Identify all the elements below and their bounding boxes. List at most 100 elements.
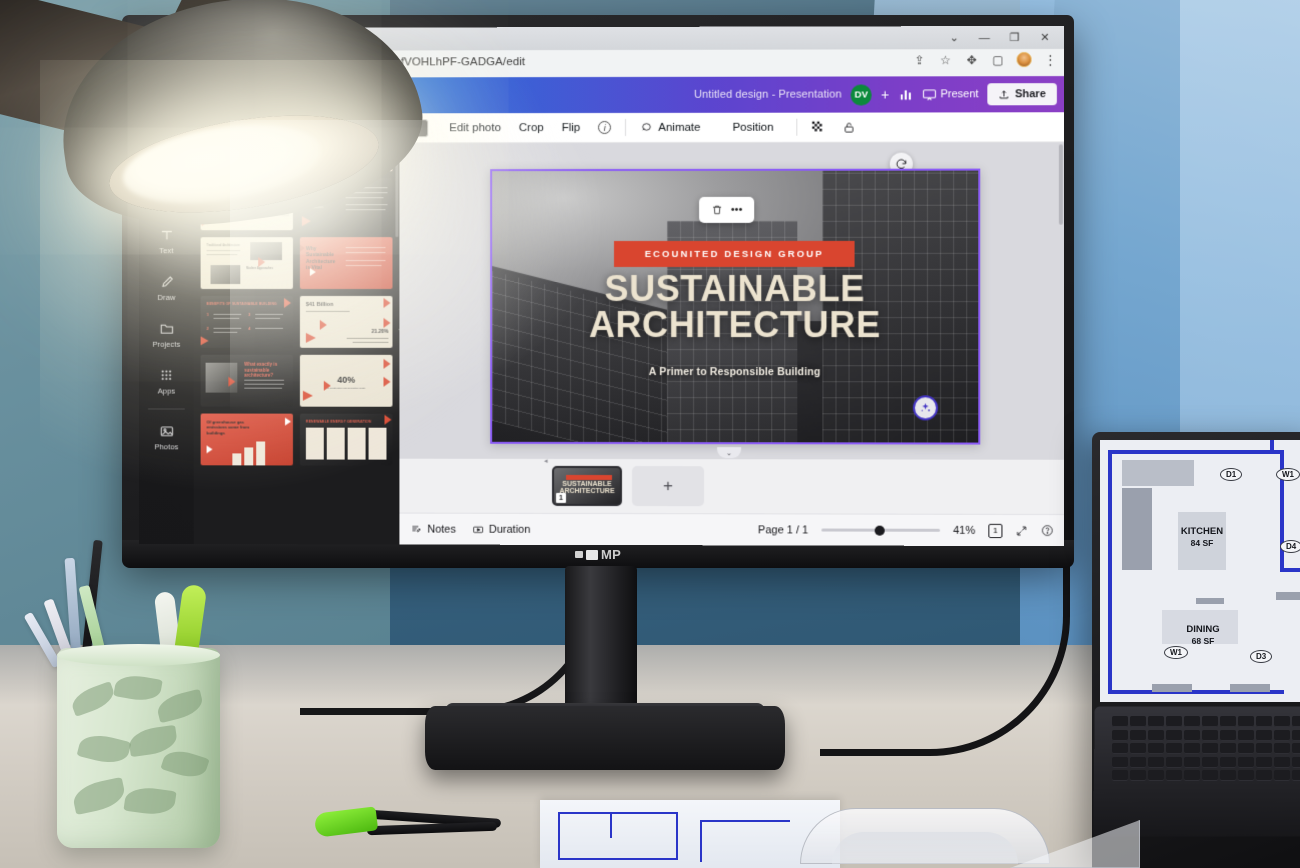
photos-image-icon [158, 422, 174, 439]
sidebar-item-draw[interactable]: Draw [139, 264, 194, 311]
browser-toolbar-icons: ⇪ ☆ ✥ ▢ ⋮ [912, 52, 1058, 67]
slide-selection-frame[interactable]: ECOUNITED DESIGN GROUP SUSTAINABLE ARCHI… [490, 169, 980, 445]
folder-icon [158, 320, 174, 337]
add-collaborator-button[interactable]: + [881, 87, 889, 101]
template-title: Traditional Architecture [207, 244, 240, 248]
sidebar-item-projects[interactable]: Projects [139, 311, 194, 358]
zoom-slider-knob[interactable] [875, 525, 885, 535]
sidebar-divider [148, 408, 185, 409]
floorplan-room-kitchen: KITCHEN 84 SF [1156, 526, 1248, 549]
duration-button[interactable]: Duration [472, 523, 530, 535]
present-button[interactable]: Present [921, 87, 978, 102]
share-icon[interactable]: ⇪ [912, 52, 927, 67]
pen-holder-rim [57, 644, 220, 666]
floorplan-tag-w1-2: W1 [1164, 646, 1188, 659]
template-card[interactable]: 40% of construction and demolition waste [300, 355, 393, 407]
avatar[interactable]: DV [851, 84, 872, 105]
crop-button[interactable]: Crop [510, 122, 553, 134]
slide-canvas[interactable]: ECOUNITED DESIGN GROUP SUSTAINABLE ARCHI… [492, 171, 978, 443]
template-title: Of greenhouse gas emissions come from bu… [207, 419, 263, 435]
pages-strip[interactable]: ◂ SUSTAINABLE ARCHITECTURE 1 + [399, 459, 1064, 514]
sidebar-label: Draw [157, 293, 175, 302]
sidebar-item-photos[interactable]: Photos [139, 413, 194, 460]
template-card[interactable]: Of greenhouse gas emissions come from bu… [201, 414, 293, 466]
template-card[interactable]: Why Sustainable Architecture is Vital [300, 237, 393, 289]
bar-chart-icon[interactable] [898, 87, 912, 101]
monitor-stand-neck [565, 566, 637, 716]
edit-photo-button[interactable]: Edit photo [440, 122, 510, 134]
desk-scene: MP ⌄ — ❐ ✕ wZIPUafVOHLhPF-GADGA/edit ⇪ ☆… [0, 0, 1300, 868]
floating-toolbar: ••• [699, 197, 754, 223]
template-title: BENEFITS OF SUSTAINABLE BUILDING [207, 302, 277, 306]
text-t-icon [158, 226, 174, 243]
minimize-icon[interactable]: — [969, 26, 999, 49]
notes-button[interactable]: Notes [410, 523, 456, 535]
magic-sparkle-icon[interactable] [913, 395, 938, 420]
trash-icon[interactable] [711, 204, 723, 216]
template-card[interactable]: $41 Billion 21.20% [300, 296, 393, 348]
sidepanel-icon[interactable]: ▢ [990, 52, 1005, 67]
template-title: 40% [300, 375, 393, 386]
slide-title-line2: ARCHITECTURE [492, 307, 978, 343]
sidebar-label: Photos [154, 442, 178, 451]
share-button[interactable]: Share [988, 83, 1057, 105]
sidebar-label: Projects [152, 340, 180, 349]
profile-avatar[interactable] [1017, 52, 1032, 67]
sidebar-label: Apps [158, 387, 176, 396]
bookmark-star-icon[interactable]: ☆ [938, 52, 953, 67]
more-vertical-icon[interactable]: ⋮ [1043, 52, 1058, 67]
blueprint-paper [540, 800, 840, 868]
zoom-slider[interactable] [821, 529, 940, 532]
info-circle-icon[interactable]: i [589, 121, 620, 134]
extensions-puzzle-icon[interactable]: ✥ [964, 52, 979, 67]
laptop-screen: KITCHEN 84 SF DINING 68 SF D1 W1 D4 W1 D… [1100, 440, 1300, 702]
help-circle-icon[interactable] [1041, 524, 1054, 537]
template-card[interactable]: What exactly is sustainable architecture… [201, 355, 293, 407]
design-title[interactable]: Untitled design - Presentation [694, 89, 842, 101]
tab-search-chevron-icon[interactable]: ⌄ [939, 26, 969, 49]
canvas-scrollbar[interactable] [1059, 144, 1063, 224]
transparency-checker-icon[interactable] [803, 121, 834, 134]
laptop-keyboard[interactable] [1112, 716, 1300, 794]
monitor-brand-logo: MP [575, 546, 655, 563]
strip-scroll-left-icon[interactable]: ◂ [544, 457, 548, 465]
expand-arrows-icon[interactable] [1016, 524, 1028, 536]
status-left-group: Notes Duration [410, 523, 530, 535]
floorplan-tag-w1: W1 [1276, 468, 1300, 481]
template-card[interactable]: Traditional Architecture Modern Approach… [201, 237, 293, 289]
add-page-button[interactable]: + [632, 466, 704, 506]
animate-button[interactable]: Animate [631, 121, 709, 134]
close-icon[interactable]: ✕ [1030, 26, 1060, 49]
slide-badge[interactable]: ECOUNITED DESIGN GROUP [614, 241, 855, 267]
canvas-collapse-chevron-icon[interactable]: ⌄ [717, 447, 741, 458]
room-name: KITCHEN [1181, 526, 1223, 537]
maximize-icon[interactable]: ❐ [999, 26, 1029, 49]
sidebar-item-apps[interactable]: Apps [139, 358, 194, 405]
floorplan-room-dining: DINING 68 SF [1162, 624, 1244, 647]
template-card[interactable]: RENEWABLE ENERGY GENERATION [300, 414, 393, 466]
floorplan: KITCHEN 84 SF DINING 68 SF D1 W1 D4 W1 D… [1100, 440, 1300, 702]
window-controls: ⌄ — ❐ ✕ [939, 26, 1060, 49]
compass-tool [315, 800, 495, 852]
slide-subtitle[interactable]: A Primer to Responsible Building [492, 366, 978, 378]
template-title: $41 Billion [306, 302, 333, 309]
page-thumbnail[interactable]: SUSTAINABLE ARCHITECTURE 1 [552, 466, 622, 506]
floorplan-tag-d4: D4 [1280, 540, 1300, 553]
zoom-value: 41% [953, 524, 975, 536]
pen-holder [57, 648, 220, 848]
position-button[interactable]: Position [724, 121, 783, 133]
page-thumb-badge-bar [566, 475, 612, 480]
flip-button[interactable]: Flip [553, 122, 590, 134]
toolbar-divider [625, 119, 626, 136]
page-count-icon[interactable]: 1 [988, 523, 1002, 537]
template-sub: Modern Approaches [246, 267, 273, 270]
duration-label: Duration [489, 523, 530, 535]
template-sub: 21.20% [372, 329, 389, 335]
page-number-badge: 1 [556, 493, 566, 503]
template-title: What exactly is sustainable architecture… [244, 362, 280, 379]
monitor-stand-base [425, 706, 785, 770]
slide-title[interactable]: SUSTAINABLE ARCHITECTURE [492, 271, 978, 343]
template-card[interactable]: BENEFITS OF SUSTAINABLE BUILDING 1 2 3 4 [201, 296, 293, 348]
lock-icon[interactable] [834, 120, 865, 134]
more-dots-icon[interactable]: ••• [731, 204, 743, 216]
